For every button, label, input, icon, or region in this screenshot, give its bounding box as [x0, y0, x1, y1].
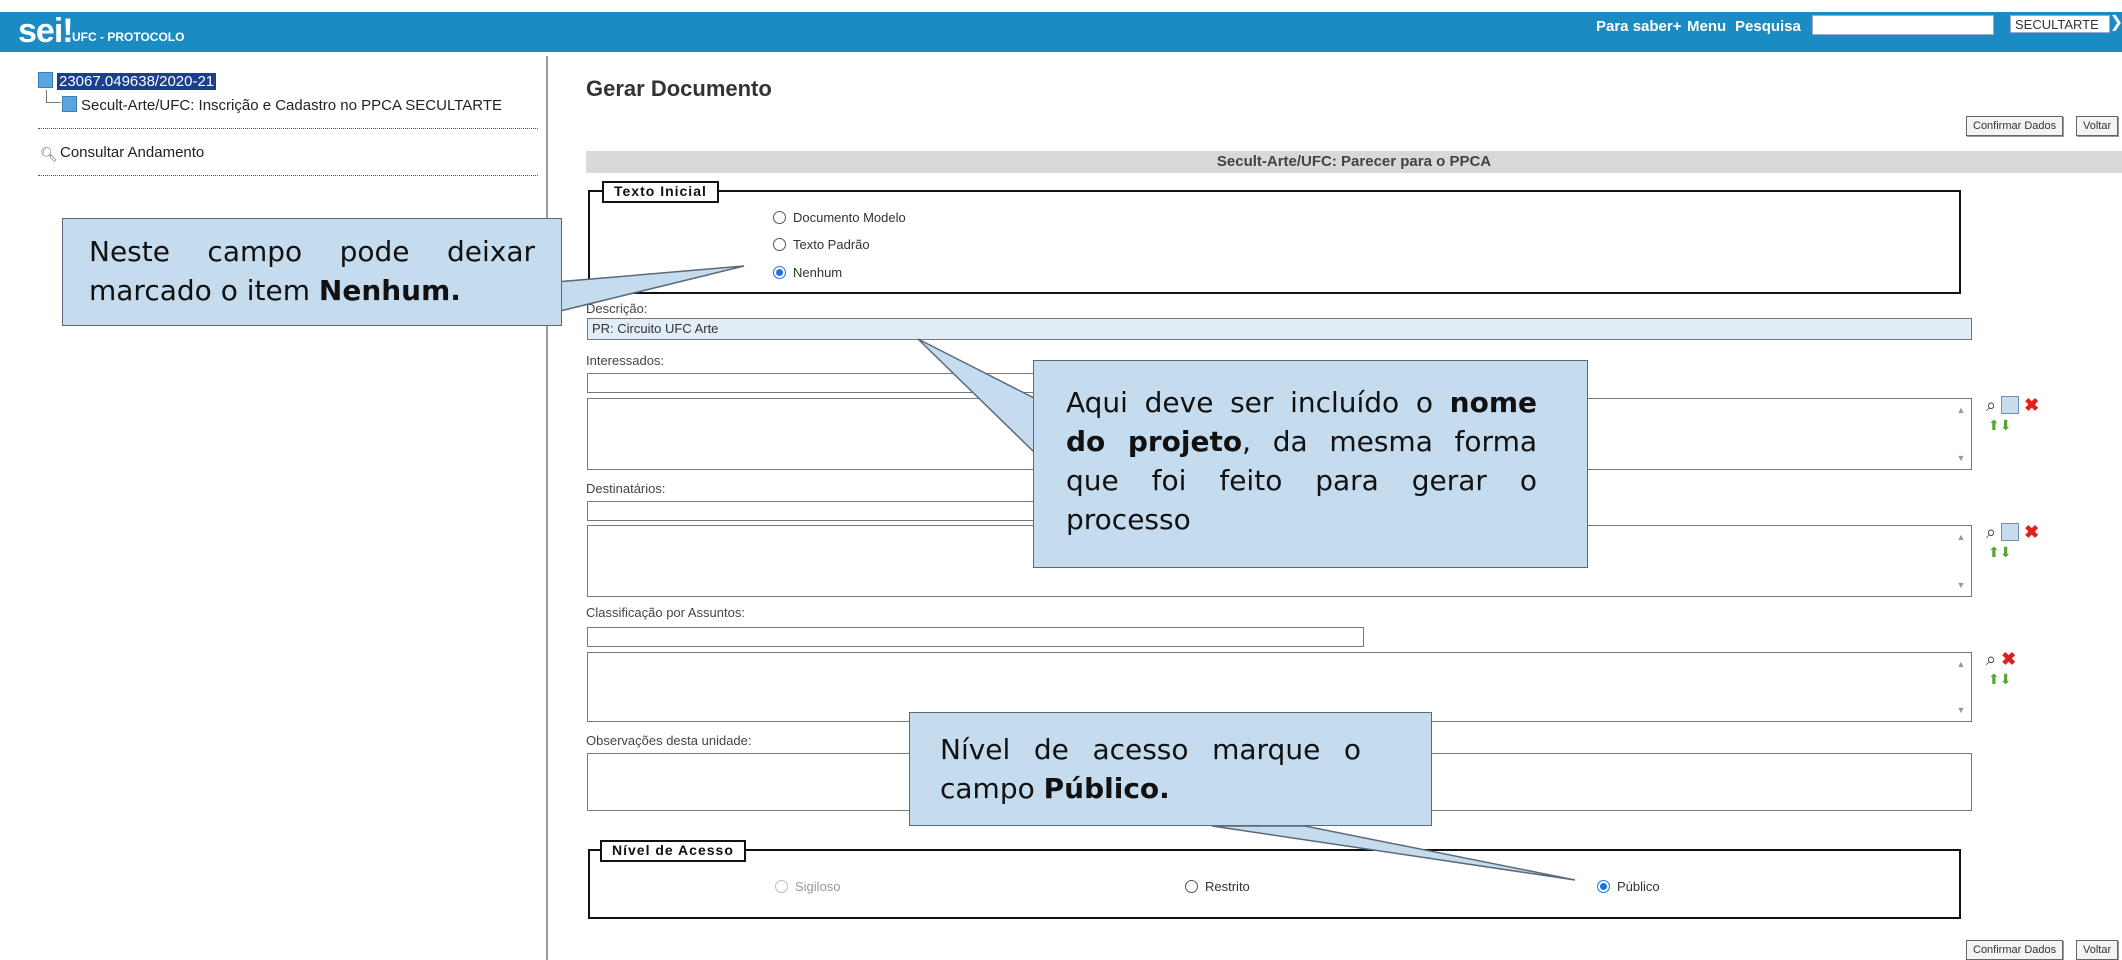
callout1-text: Neste campo pode deixar marcado o item	[89, 235, 535, 307]
callout-descricao: Aqui deve ser incluído o nome do projeto…	[1033, 360, 1588, 568]
callout2-pointer	[917, 338, 1035, 454]
callout3-pointer	[1211, 825, 1576, 881]
callout-texto-inicial: Neste campo pode deixar marcado o item N…	[62, 218, 562, 326]
callout3-bold: Público.	[1043, 772, 1170, 805]
callout2-text: Aqui deve ser incluído o	[1066, 386, 1450, 419]
callout1-bold: Nenhum.	[318, 274, 461, 307]
callout-nivel-acesso: Nível de acesso marque o campo Público.	[909, 712, 1432, 826]
callout1-pointer	[555, 265, 745, 313]
